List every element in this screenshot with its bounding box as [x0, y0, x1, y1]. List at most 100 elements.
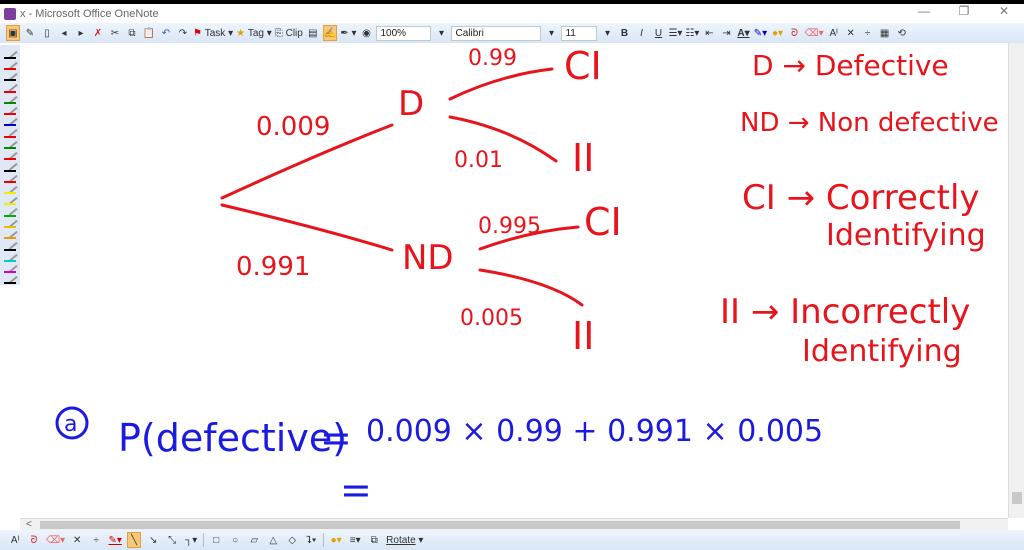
delete-icon[interactable]: ✕ [70, 532, 84, 548]
pen-swatch-icon[interactable] [4, 60, 18, 71]
increase-indent-icon[interactable]: ⇥ [719, 25, 733, 41]
vertical-scrollbar[interactable] [1008, 43, 1024, 518]
decrease-indent-icon[interactable]: ⇤ [702, 25, 716, 41]
pen-swatch-icon[interactable] [4, 218, 18, 228]
pen-swatch-icon[interactable] [4, 274, 18, 285]
delete-ink-icon[interactable]: ✕ [844, 25, 858, 41]
parallelogram-icon[interactable]: ▱ [247, 532, 261, 548]
space-icon[interactable]: ÷ [861, 25, 875, 41]
ellipse-icon[interactable]: ○ [228, 532, 242, 548]
forward-icon[interactable]: ▸ [74, 25, 88, 41]
page-view-icon[interactable]: ▣ [6, 25, 20, 41]
pen-color-icon[interactable]: ●▾ [770, 25, 784, 41]
space-icon[interactable]: ÷ [89, 532, 103, 548]
pen-swatch-icon[interactable] [4, 105, 18, 116]
pen-icon[interactable]: ✒ ▾ [340, 25, 356, 41]
clip-button[interactable]: ⎘ Clip [275, 25, 303, 41]
pen-swatch-icon[interactable] [4, 150, 18, 161]
pen-swatch-icon[interactable] [4, 173, 18, 183]
zoom-dropdown-icon[interactable]: ▾ [434, 25, 448, 41]
undo-icon[interactable]: ↶ [159, 25, 173, 41]
task-button[interactable]: ⚑ Task ▾ [193, 25, 233, 41]
tag-button[interactable]: ★ Tag ▾ [236, 25, 272, 41]
pen-swatch-icon[interactable] [4, 71, 18, 82]
underline-button[interactable]: U [651, 25, 665, 41]
highlighter-icon[interactable]: ✎▾ [753, 25, 767, 41]
pen-swatch-icon[interactable] [4, 82, 18, 93]
bullets-icon[interactable]: ☰▾ [668, 25, 682, 41]
font-size-select[interactable]: 11 [561, 25, 598, 41]
pen-swatch-icon[interactable] [4, 161, 18, 172]
pen-swatch-icon[interactable] [4, 94, 18, 104]
fill-color-icon[interactable]: ●▾ [329, 532, 343, 548]
arrange-icon[interactable]: ⧉ [367, 532, 381, 548]
font-select[interactable]: Calibri [451, 25, 542, 41]
horizontal-scroll-thumb[interactable] [40, 521, 960, 529]
diamond-icon[interactable]: ◇ [285, 532, 299, 548]
tag-label: Tag [247, 27, 264, 39]
task-label: Task [204, 27, 226, 39]
pen-swatch-icon[interactable] [4, 116, 18, 127]
bold-button[interactable]: B [617, 25, 631, 41]
font-dropdown-icon[interactable]: ▾ [544, 25, 558, 41]
italic-button[interactable]: I [634, 25, 648, 41]
font-size-dropdown-icon[interactable]: ▾ [600, 25, 614, 41]
cut-icon[interactable]: ✂ [108, 25, 122, 41]
horizontal-scrollbar[interactable]: < [20, 518, 1008, 530]
font-color-icon[interactable]: A▾ [736, 25, 750, 41]
arrow-tool-icon[interactable]: ↘ [146, 532, 160, 548]
delete-icon[interactable]: ✗ [91, 25, 105, 41]
connector-icon[interactable]: ⮧▾ [304, 532, 318, 548]
star-icon: ★ [236, 27, 246, 39]
legend-1: D → Defective [752, 49, 949, 82]
pen-color-icon[interactable]: ✎▾ [108, 532, 122, 548]
numbering-icon[interactable]: ☷▾ [685, 25, 699, 41]
eraser-icon[interactable]: ⌫▾ [804, 25, 823, 41]
audio-icon[interactable]: ◉ [359, 25, 373, 41]
zoom-select[interactable]: 100% [376, 25, 432, 41]
axis-tool-icon[interactable]: ┐▾ [184, 532, 198, 548]
rule-lines-icon[interactable]: ▦ [878, 25, 892, 41]
pen-swatch-icon[interactable] [4, 127, 18, 138]
convert-icon[interactable]: ⟲ [895, 25, 909, 41]
pen-palette [0, 45, 20, 285]
pen-swatch-icon[interactable] [4, 263, 18, 274]
pen-swatch-icon[interactable] [4, 229, 18, 240]
back-icon[interactable]: ◂ [57, 25, 71, 41]
double-arrow-tool-icon[interactable]: ⤡ [165, 532, 179, 548]
table-icon[interactable]: ▤ [306, 25, 320, 41]
prob-nd: 0.991 [236, 252, 310, 282]
lasso-icon[interactable]: ᘐ [787, 25, 801, 41]
pen-swatch-icon[interactable] [4, 49, 18, 59]
vertical-scroll-thumb[interactable] [1012, 492, 1022, 504]
prob-d-ci: 0.99 [468, 46, 517, 71]
scroll-left-arrow[interactable]: < [26, 519, 32, 530]
pen-swatch-icon[interactable] [4, 184, 18, 195]
branch-nd [220, 203, 394, 252]
pen-swatch-icon[interactable] [4, 240, 18, 251]
pen-swatch-icon[interactable] [4, 195, 18, 206]
pin-icon[interactable]: ✎ [23, 25, 37, 41]
new-page-icon[interactable]: ▯ [40, 25, 54, 41]
line-tool-icon[interactable]: ╲ [127, 532, 142, 548]
minimize-button[interactable]: — [904, 4, 944, 18]
restore-button[interactable]: ❐ [944, 4, 984, 18]
triangle-icon[interactable]: △ [266, 532, 280, 548]
note-canvas[interactable]: 0.009 0.991 D ND 0.99 0.01 0.995 0.005 C… [20, 43, 1008, 518]
insert-space-icon[interactable]: Aᴵ [8, 532, 22, 548]
pen-swatch-icon[interactable] [4, 206, 18, 217]
pen-mode-icon[interactable]: ✍ [322, 25, 338, 41]
legend-3: CI → Correctly [742, 178, 980, 218]
lasso-icon[interactable]: ᘐ [27, 532, 41, 548]
paste-icon[interactable]: 📋 [142, 25, 156, 41]
redo-icon[interactable]: ↷ [176, 25, 190, 41]
insert-space-icon[interactable]: Aᴵ [827, 25, 841, 41]
eraser-icon[interactable]: ⌫▾ [46, 532, 65, 548]
pen-swatch-icon[interactable] [4, 139, 18, 150]
pen-swatch-icon[interactable] [4, 252, 18, 262]
copy-icon[interactable]: ⧉ [125, 25, 139, 41]
rectangle-icon[interactable]: □ [209, 532, 223, 548]
close-button[interactable]: ✕ [984, 4, 1024, 18]
rotate-button[interactable]: Rotate ▾ [386, 532, 423, 548]
line-weight-icon[interactable]: ≡▾ [348, 532, 362, 548]
